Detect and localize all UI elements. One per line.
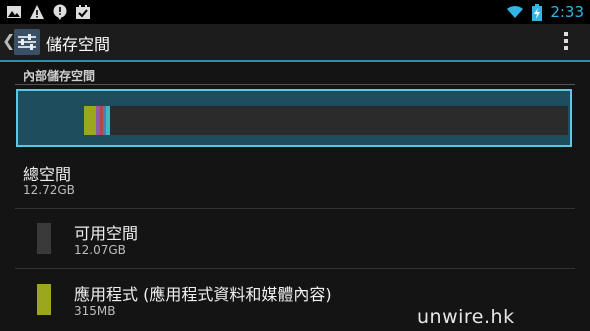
available-color-swatch bbox=[37, 223, 51, 254]
section-divider bbox=[15, 84, 575, 85]
apps-color-swatch bbox=[37, 284, 51, 315]
settings-sliders-icon[interactable] bbox=[14, 29, 40, 55]
clock: 2:33 bbox=[550, 3, 584, 21]
status-bar: 2:33 bbox=[0, 0, 590, 24]
notification-icons bbox=[6, 4, 91, 20]
usage-segment-apps bbox=[84, 106, 96, 135]
overflow-menu-icon[interactable] bbox=[564, 32, 568, 50]
apps-label[interactable]: 應用程式 (應用程式資料和媒體內容) bbox=[74, 281, 332, 305]
total-space-label: 總空間 bbox=[23, 165, 72, 184]
total-space-value: 12.72GB bbox=[23, 183, 75, 197]
alert-icon bbox=[53, 4, 67, 20]
usage-segment-misc bbox=[106, 106, 110, 135]
download-done-icon bbox=[76, 5, 90, 19]
watermark: unwire.hk bbox=[417, 306, 515, 328]
list-divider bbox=[15, 268, 575, 269]
available-space-label: 可用空間 bbox=[74, 224, 139, 243]
list-divider bbox=[15, 208, 575, 209]
image-notification-icon bbox=[7, 6, 21, 18]
storage-usage-panel[interactable] bbox=[16, 89, 572, 147]
warning-icon bbox=[30, 5, 44, 19]
wifi-icon bbox=[507, 5, 524, 18]
page-title: 儲存空間 bbox=[46, 35, 111, 54]
apps-value: 315MB bbox=[74, 304, 116, 318]
system-icons: 2:33 bbox=[506, 2, 584, 22]
action-bar: ❮ 儲存空間 bbox=[0, 24, 590, 62]
storage-usage-bar bbox=[84, 106, 568, 135]
battery-charging-icon bbox=[532, 3, 543, 21]
section-title-internal-storage: 內部儲存空間 bbox=[23, 69, 96, 83]
available-space-value: 12.07GB bbox=[74, 243, 126, 257]
